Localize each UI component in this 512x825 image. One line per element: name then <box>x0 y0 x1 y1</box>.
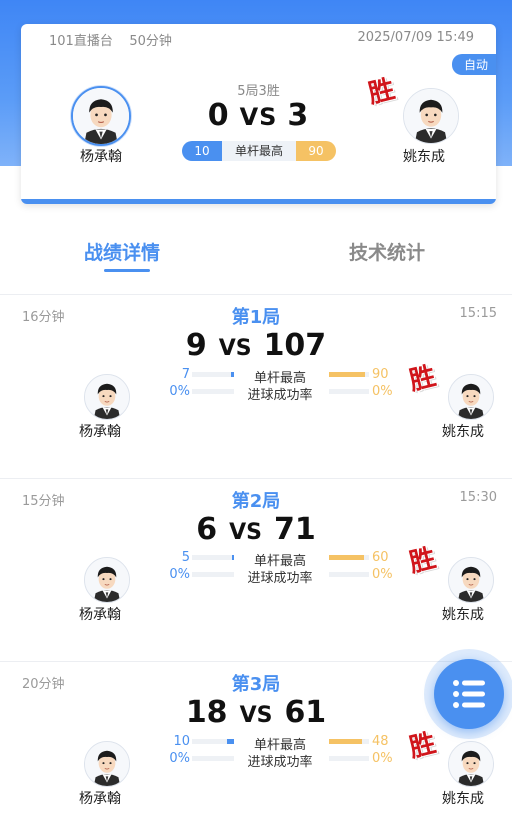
player-right-name: 姚东成 <box>442 791 484 807</box>
pot-label: 进球成功率 <box>247 755 313 770</box>
break-left-value: 7 <box>181 367 190 382</box>
pot-right-bar <box>329 756 369 761</box>
game-score-left: 18 <box>185 695 228 730</box>
game-card-2[interactable]: 15分钟 第2局 15:30 6 VS 71 5 单杆最高 60 0% 进球成功率 … <box>0 479 512 662</box>
game-score-left: 6 <box>196 512 218 547</box>
active-tab-indicator <box>104 269 150 272</box>
player-left-name: 杨承翰 <box>79 607 121 623</box>
game-score: 9 VS 107 <box>0 328 512 363</box>
break-right-bar <box>329 739 369 744</box>
match-meta-left: 101直播台 50分钟 <box>49 30 172 49</box>
vs-label: VS <box>229 520 262 545</box>
break-right-bar <box>329 555 369 560</box>
match-duration: 50分钟 <box>129 34 172 49</box>
tab-bar: 战绩详情 技术统计 <box>0 238 512 278</box>
player-left-avatar[interactable] <box>84 741 130 787</box>
player-left-name: 杨承翰 <box>79 424 121 440</box>
pot-right-value: 0% <box>372 567 393 582</box>
pot-right-value: 0% <box>372 751 393 766</box>
player-right-avatar[interactable] <box>448 557 494 603</box>
player-right-avatar[interactable] <box>448 374 494 420</box>
break-stat-row: 10 单杆最高 48 <box>160 734 400 753</box>
vs-label: VS <box>239 103 278 131</box>
game-card-1[interactable]: 16分钟 第1局 15:15 9 VS 107 7 单杆最高 90 0% 进球成功率… <box>0 295 512 478</box>
pot-left-bar <box>192 389 234 394</box>
vs-label: VS <box>239 703 273 728</box>
player-left-name: 杨承翰 <box>79 791 121 807</box>
pot-label: 进球成功率 <box>247 571 313 586</box>
game-score-right: 107 <box>263 328 327 363</box>
highest-break-pill: 10 单杆最高 90 <box>182 141 336 161</box>
player-left-avatar[interactable] <box>84 557 130 603</box>
player-left-name: 杨承翰 <box>80 149 122 165</box>
break-right-value: 48 <box>372 734 389 749</box>
list-menu-icon <box>453 680 485 708</box>
break-right-fill <box>329 555 365 560</box>
pot-left-value: 0% <box>169 384 190 399</box>
auto-badge[interactable]: 自动 <box>451 54 496 75</box>
break-left-fill <box>226 739 234 744</box>
break-right-value: 90 <box>372 367 389 382</box>
player-right-avatar[interactable] <box>448 741 494 787</box>
player-left-avatar[interactable] <box>84 374 130 420</box>
match-datetime: 2025/07/09 15:49 <box>357 30 474 45</box>
game-score-right: 71 <box>274 512 316 547</box>
break-right-fill <box>329 372 365 377</box>
menu-fab-button[interactable] <box>434 659 504 729</box>
pot-label: 进球成功率 <box>247 388 313 403</box>
pot-stat-row: 0% 进球成功率 0% <box>160 567 400 586</box>
pot-stat-row: 0% 进球成功率 0% <box>160 751 400 770</box>
player-right-avatar[interactable] <box>403 88 459 144</box>
vs-label: VS <box>218 336 252 361</box>
card-bottom-bar <box>21 199 496 204</box>
break-left-value: 5 <box>181 550 190 565</box>
pot-left-bar <box>192 572 234 577</box>
player-right-name: 姚东成 <box>403 149 445 165</box>
score-right: 3 <box>287 98 310 133</box>
match-summary-card: 101直播台 50分钟 2025/07/09 15:49 自动 5局3胜 0 VS… <box>21 24 496 204</box>
tab-technical-stats[interactable]: 技术统计 <box>349 238 425 265</box>
break-left-fill <box>231 372 234 377</box>
pot-right-bar <box>329 572 369 577</box>
player-right-name: 姚东成 <box>442 607 484 623</box>
highest-break-right: 90 <box>296 141 336 161</box>
pot-left-value: 0% <box>169 751 190 766</box>
game-time: 15:30 <box>459 490 497 505</box>
game-score-right: 61 <box>284 695 327 730</box>
break-left-bar <box>192 739 234 744</box>
tab-match-details[interactable]: 战绩详情 <box>84 238 160 265</box>
break-left-value: 10 <box>173 734 190 749</box>
break-stat-row: 5 单杆最高 60 <box>160 550 400 569</box>
game-title: 第1局 <box>231 307 281 328</box>
pot-stat-row: 0% 进球成功率 0% <box>160 384 400 403</box>
platform-label: 101直播台 <box>49 34 113 49</box>
highest-break-left: 10 <box>182 141 222 161</box>
player-right-name: 姚东成 <box>442 424 484 440</box>
score-left: 0 <box>207 98 230 133</box>
player-left-avatar[interactable] <box>71 86 131 146</box>
pot-right-bar <box>329 389 369 394</box>
game-title: 第2局 <box>231 491 281 512</box>
pot-left-bar <box>192 756 234 761</box>
pot-right-value: 0% <box>372 384 393 399</box>
pot-left-value: 0% <box>169 567 190 582</box>
break-right-bar <box>329 372 369 377</box>
game-score-left: 9 <box>185 328 207 363</box>
game-time: 15:15 <box>459 306 497 321</box>
game-score: 6 VS 71 <box>0 512 512 547</box>
break-stat-row: 7 单杆最高 90 <box>160 367 400 386</box>
break-left-fill <box>231 555 234 560</box>
break-left-bar <box>192 372 234 377</box>
break-right-fill <box>329 739 363 744</box>
break-right-value: 60 <box>372 550 389 565</box>
break-left-bar <box>192 555 234 560</box>
highest-break-label: 单杆最高 <box>222 141 296 161</box>
